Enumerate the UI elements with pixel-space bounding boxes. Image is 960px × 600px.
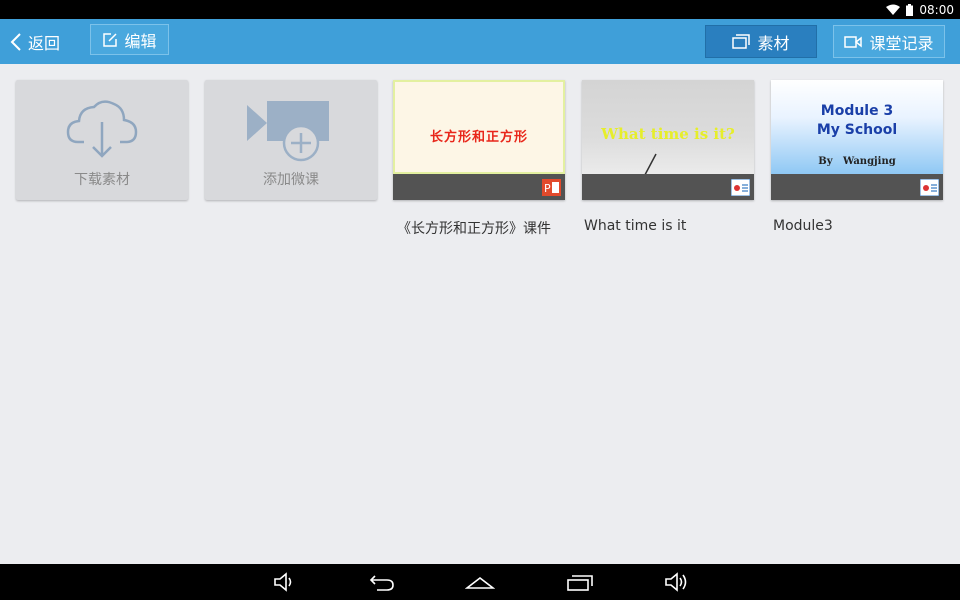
back-label: 返回 <box>28 33 61 53</box>
volume-up-icon[interactable] <box>662 570 692 594</box>
edit-label: 编辑 <box>124 31 157 51</box>
material-thumbnail: Module 3 My School By Wangjing <box>771 80 943 174</box>
add-micro-lesson-label: 添加微课 <box>263 172 319 188</box>
thumbnail-title: 长方形和正方形 <box>429 130 528 145</box>
app-bar: 返回 编辑 素材 课堂记录 <box>0 19 960 64</box>
back-button[interactable]: 返回 <box>10 29 60 54</box>
tab-material-label: 素材 <box>757 33 790 53</box>
status-time: 08:00 <box>919 2 954 17</box>
download-material-label: 下载素材 <box>74 172 130 188</box>
svg-text:P: P <box>544 182 551 195</box>
volume-down-icon[interactable] <box>270 570 300 594</box>
thumbnail-footer <box>582 174 754 200</box>
edit-button[interactable]: 编辑 <box>90 24 169 55</box>
status-bar: 08:00 <box>0 0 960 19</box>
material-card[interactable]: Module 3 My School By Wangjing <box>771 80 943 200</box>
add-micro-lesson-tile[interactable]: 添加微课 <box>205 80 377 200</box>
download-material-tile[interactable]: 下载素材 <box>16 80 188 200</box>
thumbnail-title: Module 3 <box>820 103 894 119</box>
presentation-icon <box>920 179 939 196</box>
video-camera-icon <box>844 35 863 48</box>
material-grid: 下载素材 添加微课 长方形和正方形 P 《长方形和正方形》课件 What tim… <box>0 64 960 564</box>
chevron-left-icon <box>10 32 21 51</box>
battery-icon <box>906 3 914 16</box>
thumbnail-footer <box>393 174 565 200</box>
material-card[interactable]: 长方形和正方形 P <box>393 80 565 200</box>
thumbnail-footer <box>771 174 943 200</box>
material-thumbnail: What time is it? <box>582 80 754 189</box>
material-thumbnail: 长方形和正方形 <box>393 80 565 174</box>
material-caption: 《长方形和正方形》课件 <box>397 221 551 237</box>
back-icon[interactable] <box>367 570 397 594</box>
add-video-icon <box>247 101 329 162</box>
presentation-icon <box>731 179 750 196</box>
material-icon <box>732 33 751 49</box>
thumbnail-title: What time is it? <box>601 125 735 143</box>
recent-apps-icon[interactable] <box>565 570 595 594</box>
material-card[interactable]: What time is it? <box>582 80 754 200</box>
navigation-bar <box>0 564 960 600</box>
tab-material[interactable]: 素材 <box>705 25 817 58</box>
cloud-download-icon <box>66 100 138 158</box>
thumbnail-subtitle: My School <box>816 122 898 138</box>
tab-class-record-label: 课堂记录 <box>869 33 934 53</box>
status-icons: 08:00 <box>886 1 954 18</box>
material-caption: What time is it <box>584 218 687 234</box>
home-icon[interactable] <box>465 570 495 594</box>
wifi-icon <box>886 4 901 15</box>
edit-icon <box>103 32 118 47</box>
thumbnail-author: By Wangjing <box>818 156 896 167</box>
powerpoint-icon: P <box>542 179 561 196</box>
tab-class-record[interactable]: 课堂记录 <box>833 25 945 58</box>
material-caption: Module3 <box>773 218 833 234</box>
